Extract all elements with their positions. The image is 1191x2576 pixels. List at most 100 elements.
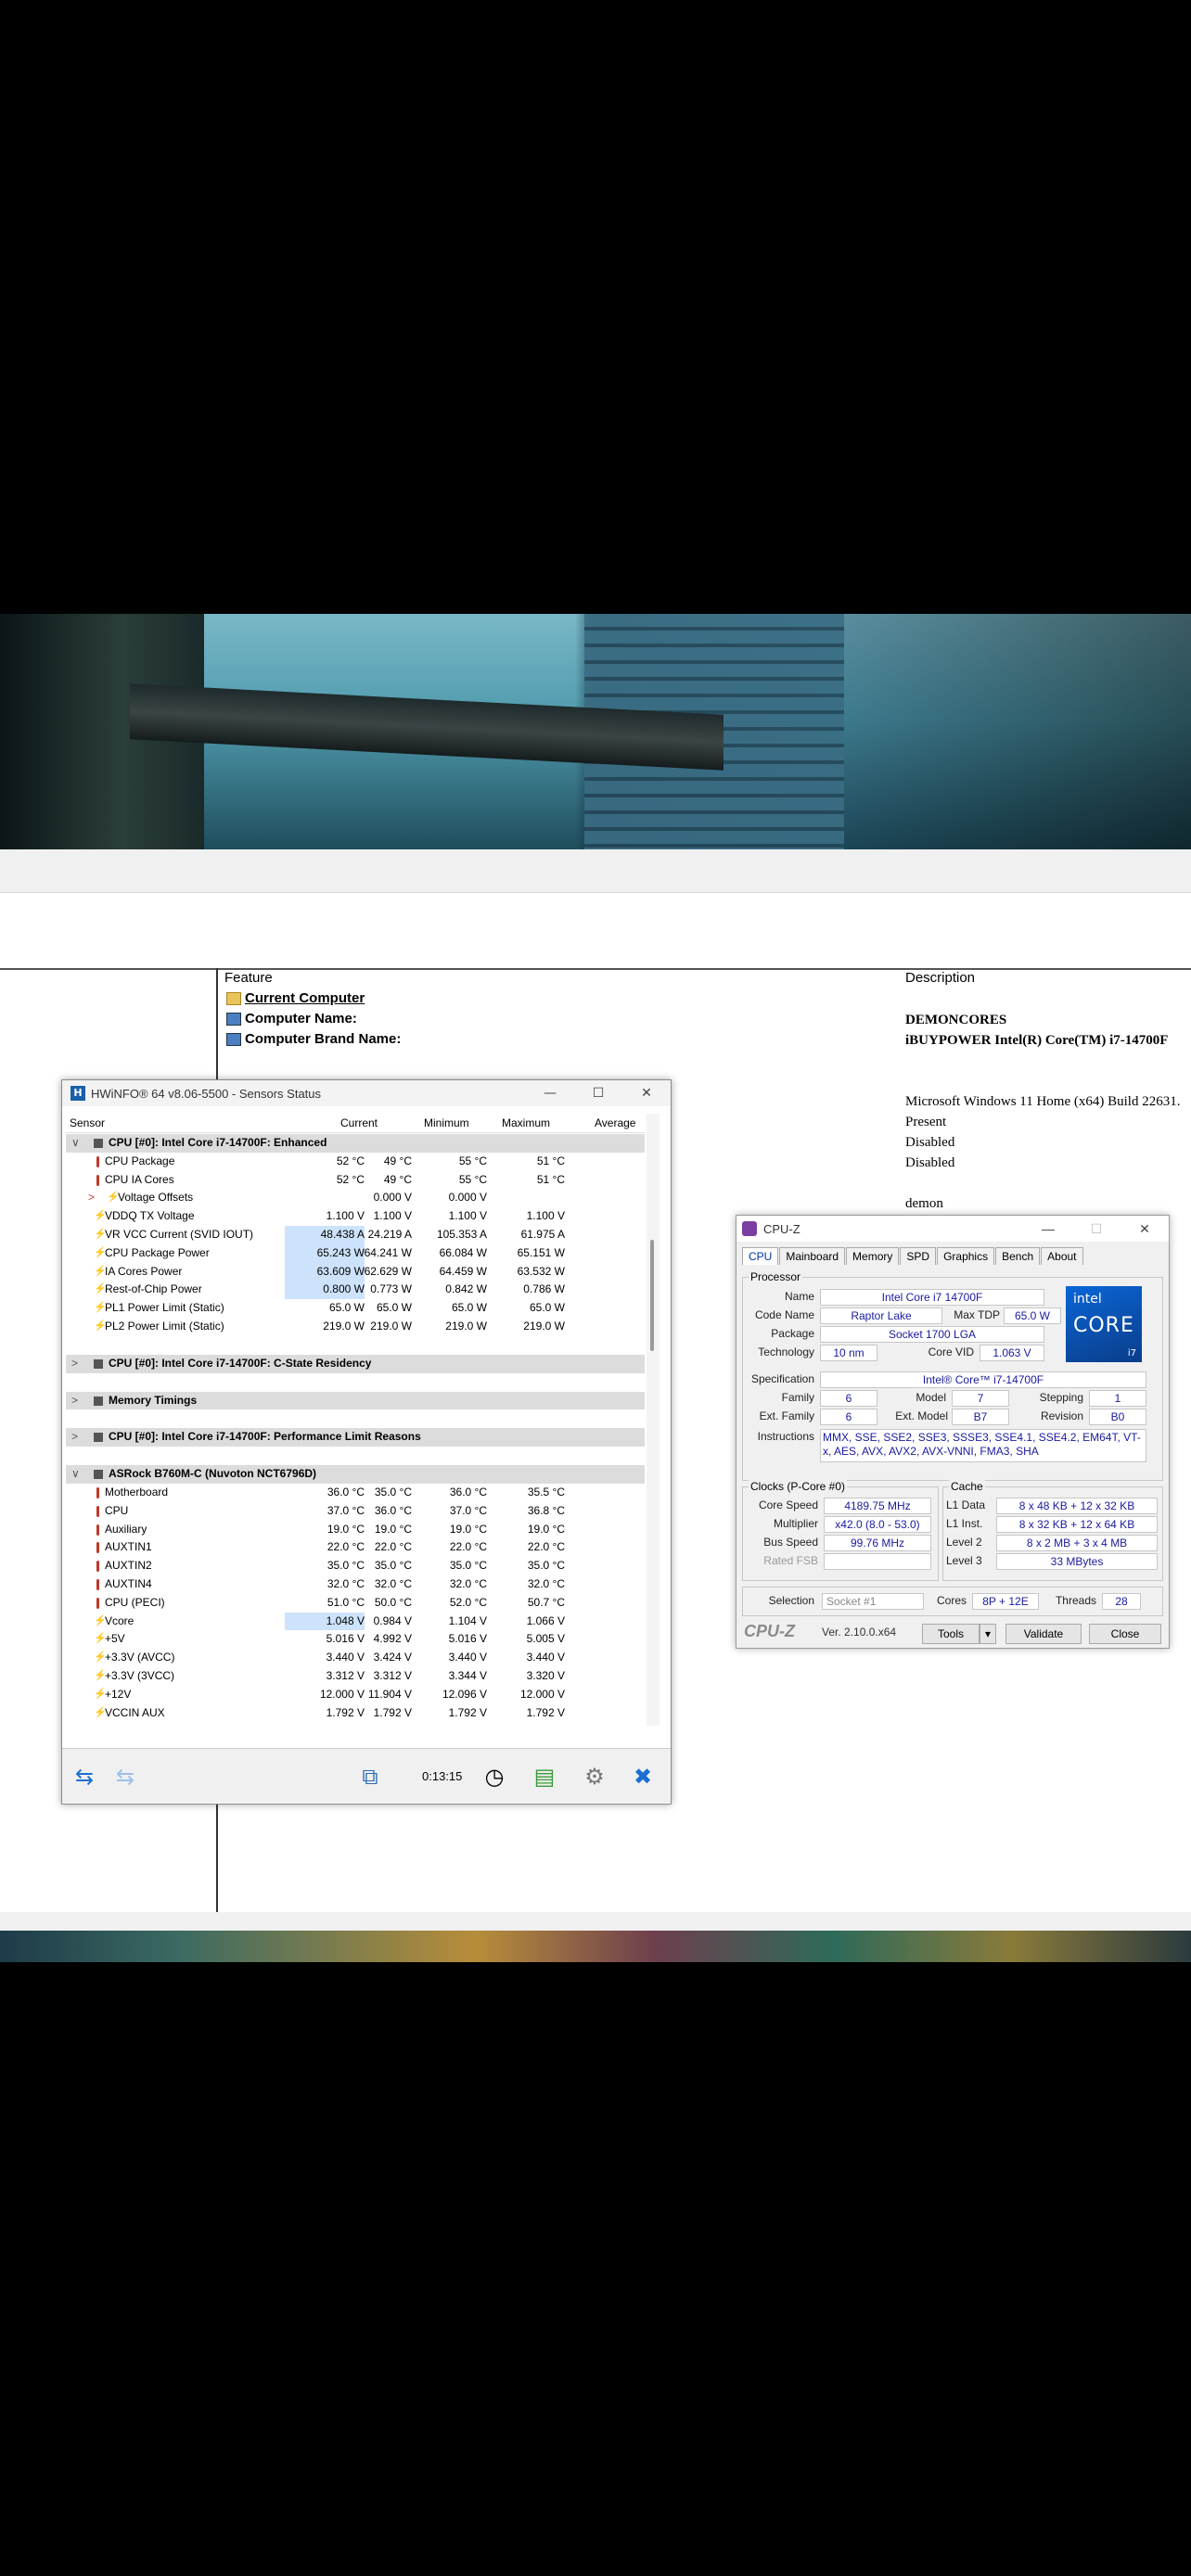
nav-right-icon[interactable]: ⇆ bbox=[107, 1758, 144, 1795]
sensor-list[interactable]: ∨ CPU [#0]: Intel Core i7-14700F: Enhance… bbox=[66, 1134, 645, 1720]
sensor-row[interactable]: CPU Package 52 °C 49 °C 55 °C 51 °C bbox=[66, 1153, 645, 1171]
header-average[interactable]: Average bbox=[595, 1116, 635, 1129]
sensor-row[interactable]: CPU IA Cores 52 °C 49 °C 55 °C 51 °C bbox=[66, 1171, 645, 1190]
cpuz-titlebar[interactable]: CPU-Z — ☐ ✕ bbox=[736, 1216, 1169, 1242]
expand-chevron-icon[interactable]: ∨ bbox=[71, 1134, 80, 1153]
tab-about[interactable]: About bbox=[1041, 1247, 1083, 1265]
tab-mainboard[interactable]: Mainboard bbox=[779, 1247, 846, 1265]
group-name: ASRock B760M-C (Nuvoton NCT6796D) bbox=[109, 1467, 317, 1481]
sensor-row[interactable]: +3.3V (3VCC)3.312 V3.312 V3.344 V3.320 V bbox=[66, 1667, 645, 1686]
sensor-row[interactable]: IA Cores Power63.609 W62.629 W64.459 W63… bbox=[66, 1262, 645, 1282]
sensor-row[interactable]: VDDQ TX Voltage1.100 V1.100 V1.100 V1.10… bbox=[66, 1207, 645, 1226]
sensor-row[interactable]: +5V5.016 V4.992 V5.016 V5.005 V bbox=[66, 1630, 645, 1649]
scrollbar[interactable] bbox=[647, 1114, 660, 1726]
tab-graphics[interactable]: Graphics bbox=[937, 1247, 995, 1265]
maxtdp-label: Max TDP bbox=[954, 1308, 1000, 1321]
column-description-header[interactable]: Description bbox=[905, 970, 975, 986]
expand-chevron-icon[interactable]: > bbox=[71, 1355, 78, 1373]
value-average: 63.532 W bbox=[517, 1264, 565, 1278]
value-minimum: 35.0 °C bbox=[374, 1559, 412, 1573]
hwinfo-window[interactable]: H HWiNFO® 64 v8.06-5500 - Sensors Status… bbox=[61, 1079, 672, 1804]
scrollbar-thumb[interactable] bbox=[650, 1240, 654, 1351]
sensor-name: CPU (PECI) bbox=[105, 1595, 165, 1609]
tab-memory[interactable]: Memory bbox=[846, 1247, 900, 1265]
value-minimum: 65.0 W bbox=[376, 1301, 412, 1315]
cpuz-window[interactable]: CPU-Z — ☐ ✕ CPU Mainboard Memory SPD Gra… bbox=[736, 1215, 1170, 1649]
header-maximum[interactable]: Maximum bbox=[502, 1116, 550, 1129]
column-feature-header[interactable]: Feature bbox=[224, 970, 273, 986]
close-button[interactable]: ✕ bbox=[1121, 1216, 1169, 1242]
sensor-row[interactable]: VR VCC Current (SVID IOUT)48.438 A24.219… bbox=[66, 1225, 645, 1244]
sensor-row[interactable]: PL1 Power Limit (Static) 65.0 W 65.0 W 65.0… bbox=[66, 1299, 645, 1318]
sensor-row[interactable]: AUXTIN1 22.0 °C 22.0 °C 22.0 °C 22.0 °C bbox=[66, 1538, 645, 1557]
value-average: 36.8 °C bbox=[527, 1503, 565, 1517]
sensor-name: Motherboard bbox=[105, 1485, 169, 1498]
close-x-icon[interactable]: ✖ bbox=[624, 1758, 661, 1795]
thermometer-icon bbox=[96, 1155, 99, 1167]
expand-chevron-icon[interactable]: > bbox=[88, 1189, 95, 1207]
clock-icon[interactable]: ◷ bbox=[476, 1758, 513, 1795]
sensor-row[interactable]: VCCIN AUX1.792 V1.792 V1.792 V1.792 V bbox=[66, 1704, 645, 1720]
extfamily-label: Ext. Family bbox=[759, 1409, 814, 1422]
sensor-row[interactable]: +12V12.000 V11.904 V12.096 V12.000 V bbox=[66, 1686, 645, 1704]
minimize-button[interactable]: — bbox=[1024, 1216, 1072, 1242]
computer-icon bbox=[226, 1012, 241, 1026]
close-button[interactable]: ✕ bbox=[622, 1080, 671, 1106]
tools-button[interactable]: Tools bbox=[922, 1624, 980, 1644]
sensor-group-header[interactable]: > CPU [#0]: Intel Core i7-14700F: Perform… bbox=[66, 1428, 645, 1447]
sensor-group-header[interactable]: > Memory Timings bbox=[66, 1391, 645, 1410]
technology-label: Technology bbox=[758, 1345, 814, 1358]
sensor-row[interactable]: > Voltage Offsets 0.000 V 0.000 V bbox=[66, 1189, 645, 1207]
validate-button[interactable]: Validate bbox=[1005, 1624, 1082, 1644]
tab-cpu[interactable]: CPU bbox=[742, 1247, 779, 1265]
network-icon[interactable]: ⧉ bbox=[352, 1758, 389, 1795]
value-maximum: 55 °C bbox=[458, 1172, 487, 1186]
tab-spd[interactable]: SPD bbox=[900, 1247, 937, 1265]
sensor-group-header[interactable]: ∨ CPU [#0]: Intel Core i7-14700F: Enhance… bbox=[66, 1134, 645, 1153]
sensor-row[interactable]: CPU 37.0 °C 36.0 °C 37.0 °C 36.8 °C bbox=[66, 1502, 645, 1521]
nav-left-icon[interactable]: ⇆ bbox=[66, 1758, 103, 1795]
sensor-row[interactable]: CPU (PECI) 51.0 °C 50.0 °C 52.0 °C 50.7 °C bbox=[66, 1594, 645, 1613]
header-minimum[interactable]: Minimum bbox=[424, 1116, 469, 1129]
sensor-row[interactable]: Motherboard 36.0 °C 35.0 °C 36.0 °C 35.5 °C bbox=[66, 1484, 645, 1502]
expand-chevron-icon[interactable]: > bbox=[71, 1392, 78, 1410]
sensor-group-header[interactable]: ∨ ASRock B760M-C (Nuvoton NCT6796D) bbox=[66, 1465, 645, 1484]
tab-bench[interactable]: Bench bbox=[995, 1247, 1041, 1265]
expand-chevron-icon[interactable]: ∨ bbox=[71, 1465, 80, 1484]
row-brand-name[interactable]: Computer Brand Name: bbox=[226, 1031, 401, 1047]
header-sensor[interactable]: Sensor bbox=[70, 1116, 105, 1129]
sensor-row[interactable]: AUXTIN2 35.0 °C 35.0 °C 35.0 °C 35.0 °C bbox=[66, 1557, 645, 1575]
sensor-row[interactable]: CPU Package Power65.243 W64.241 W66.084 … bbox=[66, 1243, 645, 1263]
sensor-name: Voltage Offsets bbox=[118, 1191, 194, 1205]
sensor-row[interactable]: PL2 Power Limit (Static) 219.0 W 219.0 W 21… bbox=[66, 1318, 645, 1336]
log-add-icon[interactable]: ▤ bbox=[526, 1758, 563, 1795]
sensor-name: CPU bbox=[105, 1503, 129, 1517]
chip-icon bbox=[94, 1139, 103, 1148]
cpuz-tabs: CPU Mainboard Memory SPD Graphics Bench … bbox=[742, 1247, 1084, 1265]
tree-item-current-computer[interactable]: Current Computer bbox=[226, 990, 365, 1006]
hwinfo-titlebar[interactable]: H HWiNFO® 64 v8.06-5500 - Sensors Status… bbox=[62, 1080, 671, 1106]
sensor-row[interactable]: Auxiliary 19.0 °C 19.0 °C 19.0 °C 19.0 °C bbox=[66, 1521, 645, 1539]
close-app-button[interactable]: Close bbox=[1089, 1624, 1161, 1644]
maximize-button[interactable]: ☐ bbox=[574, 1080, 622, 1106]
computer-icon bbox=[226, 1032, 241, 1046]
sensor-column-headers: Sensor Current Minimum Maximum Average bbox=[66, 1114, 645, 1133]
sensor-group-header[interactable]: > CPU [#0]: Intel Core i7-14700F: C-State… bbox=[66, 1354, 645, 1373]
expand-chevron-icon[interactable]: > bbox=[71, 1428, 78, 1447]
sensor-name: Vcore bbox=[105, 1613, 134, 1627]
sensor-row[interactable]: +3.3V (AVCC)3.440 V3.424 V3.440 V3.440 V bbox=[66, 1649, 645, 1667]
selection-dropdown[interactable]: Socket #1 bbox=[822, 1593, 924, 1610]
row-label: Computer Brand Name: bbox=[245, 1031, 402, 1047]
sensor-row[interactable]: Rest-of-Chip Power0.800 W0.773 W0.842 W0… bbox=[66, 1281, 645, 1299]
hwinfo-title: HWiNFO® 64 v8.06-5500 - Sensors Status bbox=[91, 1086, 322, 1101]
level3-label: Level 3 bbox=[946, 1554, 982, 1567]
header-current[interactable]: Current bbox=[340, 1116, 378, 1129]
sensor-row[interactable]: Vcore1.048 V0.984 V1.104 V1.066 V bbox=[66, 1612, 645, 1630]
lightning-icon bbox=[94, 1263, 107, 1282]
sensor-row[interactable]: AUXTIN4 32.0 °C 32.0 °C 32.0 °C 32.0 °C bbox=[66, 1575, 645, 1594]
tools-dropdown-arrow[interactable]: ▾ bbox=[980, 1624, 996, 1644]
minimize-button[interactable]: — bbox=[526, 1080, 574, 1106]
settings-gear-icon[interactable]: ⚙ bbox=[576, 1758, 613, 1795]
row-computer-name[interactable]: Computer Name: bbox=[226, 1011, 357, 1027]
value-average: 1.066 V bbox=[526, 1613, 565, 1627]
